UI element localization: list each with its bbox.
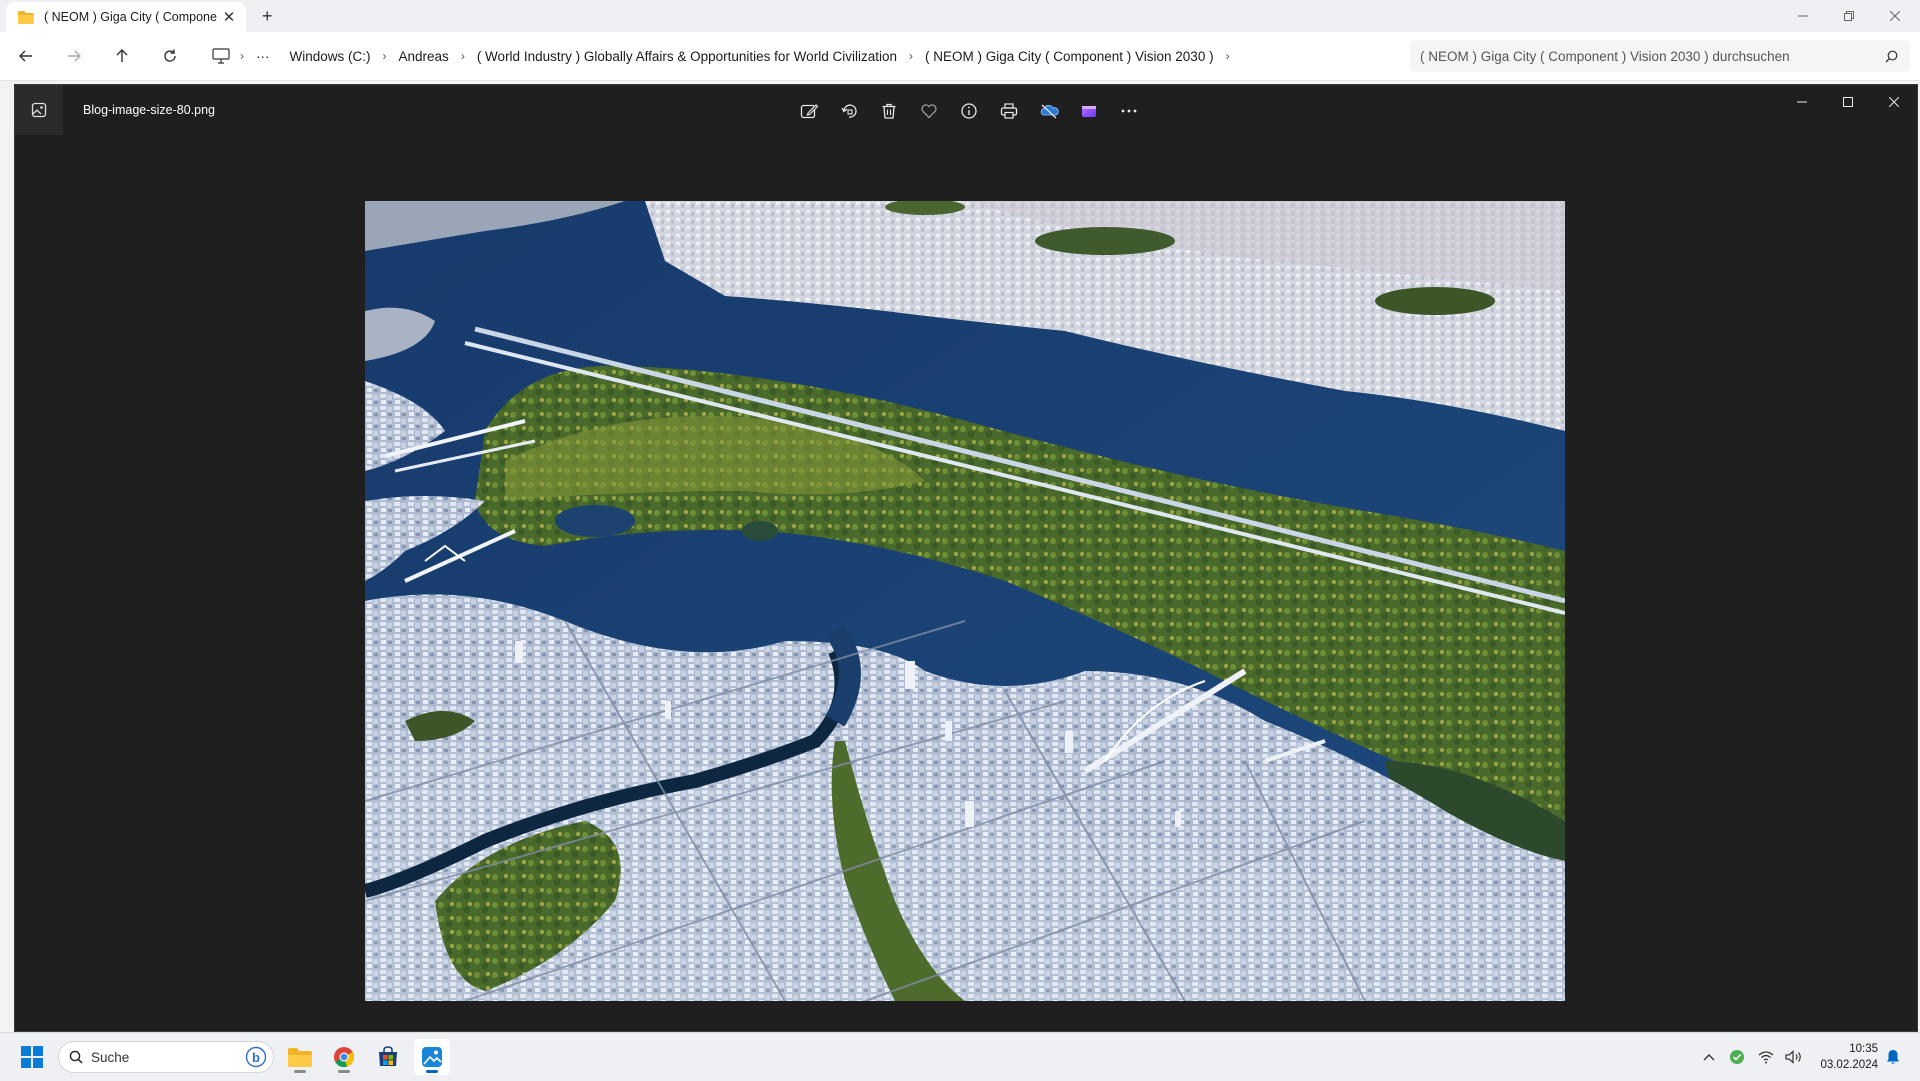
- volume-icon[interactable]: [1780, 1050, 1808, 1064]
- rotate-icon[interactable]: [835, 97, 863, 125]
- this-pc-icon[interactable]: [212, 48, 230, 64]
- photos-viewer-window: Blog-image-size-80.png: [14, 84, 1918, 1032]
- close-tab-icon[interactable]: ✕: [220, 8, 238, 26]
- clipchamp-icon[interactable]: [1075, 97, 1103, 125]
- viewer-toolbar: Blog-image-size-80.png: [15, 85, 1917, 135]
- chevron-right-icon[interactable]: ›: [907, 49, 915, 63]
- displayed-image[interactable]: [365, 201, 1565, 1001]
- viewer-minimize-icon[interactable]: [1779, 85, 1825, 119]
- refresh-icon[interactable]: [156, 42, 184, 70]
- clock-time: 10:35: [1849, 1043, 1878, 1055]
- start-windows-icon[interactable]: [14, 1039, 50, 1075]
- taskbar-clock[interactable]: 10:35 03.02.2024: [1808, 1041, 1878, 1073]
- wifi-icon[interactable]: [1752, 1050, 1780, 1064]
- more-icon[interactable]: [1115, 97, 1143, 125]
- info-icon[interactable]: [955, 97, 983, 125]
- aerial-city-image: [365, 201, 1565, 1001]
- active-indicator: [426, 1070, 438, 1073]
- file-explorer-icon[interactable]: [282, 1039, 318, 1075]
- explorer-navbar: › ··· Windows (C:) › Andreas › ( World I…: [0, 32, 1920, 81]
- breadcrumb-world-industry[interactable]: ( World Industry ) Globally Affairs & Op…: [467, 49, 907, 64]
- viewer-maximize-icon[interactable]: [1825, 85, 1871, 119]
- breadcrumb-andreas[interactable]: Andreas: [389, 49, 459, 64]
- breadcrumb-windows-c[interactable]: Windows (C:): [280, 49, 381, 64]
- chevron-right-icon[interactable]: ›: [1224, 49, 1232, 63]
- up-icon[interactable]: [108, 42, 136, 70]
- microsoft-store-icon[interactable]: [370, 1039, 406, 1075]
- minimize-icon[interactable]: [1780, 0, 1826, 32]
- close-window-icon[interactable]: [1872, 0, 1918, 32]
- restore-icon[interactable]: [1826, 0, 1872, 32]
- explorer-titlebar: ( NEOM ) Giga City ( Compone ✕ +: [0, 0, 1920, 32]
- folder-icon: [18, 10, 34, 24]
- system-tray: [1696, 1033, 1808, 1081]
- print-icon[interactable]: [995, 97, 1023, 125]
- chevron-up-icon[interactable]: [1696, 1053, 1722, 1061]
- viewer-close-icon[interactable]: [1871, 85, 1917, 119]
- search-placeholder: ( NEOM ) Giga City ( Component ) Vision …: [1420, 48, 1790, 64]
- tab-title: ( NEOM ) Giga City ( Compone: [44, 10, 217, 24]
- breadcrumb-overflow[interactable]: ···: [246, 49, 280, 64]
- edit-icon[interactable]: [795, 97, 823, 125]
- back-icon[interactable]: [12, 42, 40, 70]
- new-tab-icon[interactable]: +: [262, 6, 273, 27]
- taskbar: Suche b 10:35 03.02.2024: [0, 1032, 1920, 1081]
- forward-icon[interactable]: [60, 42, 88, 70]
- notification-bell-icon[interactable]: [1878, 1039, 1908, 1075]
- bing-icon[interactable]: b: [245, 1046, 267, 1068]
- breadcrumb-neom[interactable]: ( NEOM ) Giga City ( Component ) Vision …: [915, 49, 1224, 64]
- chrome-icon[interactable]: [326, 1039, 362, 1075]
- clock-date: 03.02.2024: [1820, 1059, 1878, 1071]
- search-icon: [69, 1050, 83, 1064]
- viewer-tools: [795, 97, 1143, 125]
- search-icon: [1885, 50, 1898, 62]
- file-name: Blog-image-size-80.png: [83, 103, 216, 117]
- taskbar-search-input[interactable]: Suche b: [58, 1041, 274, 1073]
- delete-icon[interactable]: [875, 97, 903, 125]
- folder-search-input[interactable]: ( NEOM ) Giga City ( Component ) Vision …: [1410, 40, 1910, 72]
- photos-app-taskbar-icon[interactable]: [414, 1039, 450, 1075]
- chevron-right-icon[interactable]: ›: [381, 49, 389, 63]
- favorite-icon[interactable]: [915, 97, 943, 125]
- explorer-tab[interactable]: ( NEOM ) Giga City ( Compone ✕: [6, 2, 246, 32]
- taskbar-search-label: Suche: [91, 1049, 130, 1065]
- onedrive-icon[interactable]: [1035, 97, 1063, 125]
- address-bar[interactable]: › ··· Windows (C:) › Andreas › ( World I…: [204, 40, 1400, 72]
- security-shield-icon[interactable]: [1722, 1049, 1752, 1065]
- chevron-right-icon[interactable]: ›: [238, 49, 246, 63]
- chevron-right-icon[interactable]: ›: [459, 49, 467, 63]
- photos-app-icon[interactable]: [15, 85, 63, 135]
- svg-text:b: b: [252, 1050, 260, 1065]
